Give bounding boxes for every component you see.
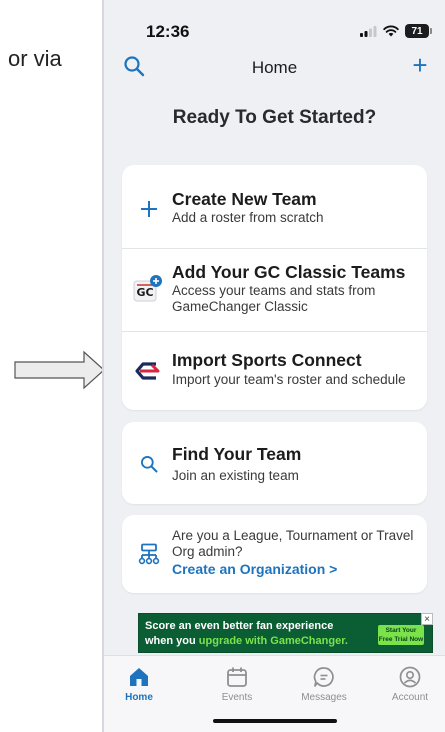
tab-label: Account xyxy=(391,692,429,703)
create-new-team-option[interactable]: Create New Team Add a roster from scratc… xyxy=(122,165,427,248)
plus-icon xyxy=(136,196,162,222)
import-sports-connect-option[interactable]: Import Sports Connect Import your team's… xyxy=(122,332,427,410)
find-team-subtitle: Join an existing team xyxy=(172,468,299,483)
option-subtitle: Import your team's roster and schedule xyxy=(172,372,406,387)
nav-bar: Home + xyxy=(104,50,445,84)
chat-icon xyxy=(313,667,334,687)
option-title: Add Your GC Classic Teams xyxy=(172,262,406,282)
signal-icon xyxy=(360,25,377,37)
gc-classic-icon: GC xyxy=(132,275,162,305)
status-time: 12:36 xyxy=(146,22,190,41)
phone-screen: 12:36 71 Home + Ready To Get Started? Cr… xyxy=(102,0,445,732)
tab-account[interactable]: Account xyxy=(375,666,445,703)
home-icon xyxy=(130,668,148,686)
calendar-icon xyxy=(227,667,247,687)
search-icon xyxy=(136,451,162,477)
team-options-card: Create New Team Add a roster from scratc… xyxy=(122,165,427,410)
upgrade-ad-banner[interactable]: Score an even better fan experience when… xyxy=(138,613,433,653)
tab-events[interactable]: Events xyxy=(202,666,272,703)
annotation-arrow xyxy=(14,350,105,390)
option-title: Import Sports Connect xyxy=(172,350,362,370)
tab-messages[interactable]: Messages xyxy=(289,666,359,703)
ad-text: Score an even better fan experience when… xyxy=(145,619,348,649)
ad-line-2-highlight: upgrade with GameChanger. xyxy=(198,635,348,647)
add-button[interactable]: + xyxy=(407,52,433,78)
option-subtitle: Add a roster from scratch xyxy=(172,210,324,225)
battery-icon: 71 xyxy=(405,24,432,38)
org-chart-icon xyxy=(136,541,162,567)
option-subtitle: Access your teams and stats from GameCha… xyxy=(172,283,376,314)
gc-classic-teams-option[interactable]: GC Add Your GC Classic Teams Access your… xyxy=(122,249,427,331)
sports-connect-icon xyxy=(134,357,162,385)
get-started-heading: Ready To Get Started? xyxy=(172,107,377,128)
ad-line-1: Score an even better fan experience xyxy=(145,620,334,632)
close-ad-icon[interactable]: × xyxy=(421,613,433,625)
home-indicator xyxy=(212,719,337,723)
status-bar: 12:36 71 xyxy=(104,0,445,44)
organization-prompt: Are you a League, Tournament or Travel O… xyxy=(172,528,414,559)
wifi-icon xyxy=(383,25,399,37)
account-icon xyxy=(399,666,421,688)
tab-bar: Home Events Messages Account xyxy=(104,655,445,732)
find-team-title: Find Your Team xyxy=(172,444,302,464)
tab-label: Messages xyxy=(301,692,347,703)
tab-label: Home xyxy=(125,692,153,703)
tab-label: Events xyxy=(221,692,253,703)
free-trial-button[interactable]: Start Your Free Trial Now → xyxy=(378,625,424,652)
annotation-text: or via xyxy=(8,46,62,71)
gc-logo-text: GC xyxy=(136,286,153,299)
ad-line-2-prefix: when you xyxy=(145,635,199,647)
organization-card: Are you a League, Tournament or Travel O… xyxy=(122,515,427,593)
status-icons: 71 xyxy=(360,24,432,38)
tab-home[interactable]: Home xyxy=(104,666,174,703)
option-title: Create New Team xyxy=(172,189,317,209)
find-team-card[interactable]: Find Your Team Join an existing team xyxy=(122,422,427,504)
page-title: Home xyxy=(251,58,298,77)
create-organization-link[interactable]: Create an Organization > xyxy=(172,561,337,577)
